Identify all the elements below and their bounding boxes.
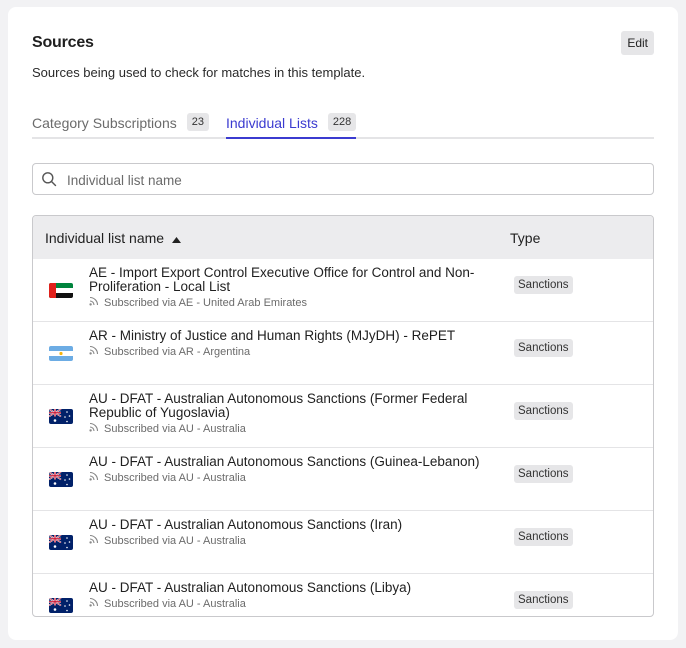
type-badge: Sanctions: [514, 339, 573, 357]
list-name: AU - DFAT - Australian Autonomous Sancti…: [89, 518, 489, 548]
page-subtitle: Sources being used to check for matches …: [32, 65, 366, 80]
individual-lists-table: Individual list name Type AE - Import Ex…: [32, 215, 654, 617]
tab-count-badge: 228: [327, 113, 357, 131]
table-body: AE - Import Export Control Executive Off…: [33, 259, 653, 616]
ar-flag-icon: [49, 346, 73, 361]
tab-label: Individual Lists: [226, 115, 318, 131]
subscribed-via-text: Subscribed via AU - Australia: [104, 597, 246, 610]
table-row[interactable]: AU - DFAT - Australian Autonomous Sancti…: [33, 574, 653, 616]
list-name-text: AU - DFAT - Australian Autonomous Sancti…: [89, 454, 480, 469]
subscription-info: Subscribed via AE - United Arab Emirates: [89, 296, 489, 310]
subscribed-via-text: Subscribed via AE - United Arab Emirates: [104, 296, 307, 309]
page-title: Sources: [32, 34, 94, 51]
type-badge: Sanctions: [514, 528, 573, 546]
au-flag-icon: [49, 535, 73, 550]
list-name: AU - DFAT - Australian Autonomous Sancti…: [89, 392, 489, 436]
table-row[interactable]: AU - DFAT - Australian Autonomous Sancti…: [33, 511, 653, 574]
sources-card: Sources Edit Sources being used to check…: [8, 7, 678, 640]
subscription-info: Subscribed via AU - Australia: [89, 422, 489, 436]
rss-feed-icon: [89, 534, 99, 548]
rss-feed-icon: [89, 296, 99, 310]
type-badge: Sanctions: [514, 465, 573, 483]
list-name-text: AU - DFAT - Australian Autonomous Sancti…: [89, 517, 403, 532]
table-row[interactable]: AE - Import Export Control Executive Off…: [33, 259, 653, 322]
au-flag-icon: [49, 472, 73, 487]
list-name-text: AR - Ministry of Justice and Human Right…: [89, 328, 456, 343]
sort-ascending-icon[interactable]: [172, 230, 182, 246]
column-header-name-label: Individual list name: [45, 230, 165, 246]
rss-feed-icon: [89, 345, 99, 359]
list-name: AU - DFAT - Australian Autonomous Sancti…: [89, 581, 489, 611]
tab-bar: Category Subscriptions 23 Individual Lis…: [32, 113, 654, 139]
search-input[interactable]: [65, 168, 639, 192]
type-badge: Sanctions: [514, 402, 573, 420]
rss-feed-icon: [89, 471, 99, 485]
table-row[interactable]: AR - Ministry of Justice and Human Right…: [33, 322, 653, 385]
column-header-type[interactable]: Type: [510, 230, 540, 246]
edit-button[interactable]: Edit: [621, 31, 654, 55]
table-row[interactable]: AU - DFAT - Australian Autonomous Sancti…: [33, 385, 653, 448]
tab-individual-lists[interactable]: Individual Lists 228: [226, 113, 357, 139]
type-badge: Sanctions: [514, 591, 573, 609]
subscribed-via-text: Subscribed via AU - Australia: [104, 471, 246, 484]
tab-count-badge: 23: [186, 113, 209, 131]
type-badge: Sanctions: [514, 276, 573, 294]
tab-label: Category Subscriptions: [32, 115, 177, 131]
rss-feed-icon: [89, 422, 99, 436]
tab-category-subscriptions[interactable]: Category Subscriptions 23: [32, 113, 209, 137]
subscribed-via-text: Subscribed via AU - Australia: [104, 534, 246, 547]
subscribed-via-text: Subscribed via AR - Argentina: [104, 345, 251, 358]
subscription-info: Subscribed via AU - Australia: [89, 534, 489, 548]
list-name: AE - Import Export Control Executive Off…: [89, 266, 489, 310]
table-row[interactable]: AU - DFAT - Australian Autonomous Sancti…: [33, 448, 653, 511]
list-name: AR - Ministry of Justice and Human Right…: [89, 329, 489, 359]
table-header: Individual list name Type: [33, 216, 653, 259]
au-flag-icon: [49, 409, 73, 424]
subscribed-via-text: Subscribed via AU - Australia: [104, 422, 246, 435]
search-icon: [41, 171, 57, 192]
subscription-info: Subscribed via AU - Australia: [89, 597, 489, 611]
au-flag-icon: [49, 598, 73, 613]
search-box: [32, 163, 654, 195]
list-name-text: AE - Import Export Control Executive Off…: [89, 265, 475, 294]
column-header-name[interactable]: Individual list name: [45, 230, 182, 246]
subscription-info: Subscribed via AR - Argentina: [89, 345, 489, 359]
subscription-info: Subscribed via AU - Australia: [89, 471, 489, 485]
list-name-text: AU - DFAT - Australian Autonomous Sancti…: [89, 580, 412, 595]
list-name: AU - DFAT - Australian Autonomous Sancti…: [89, 455, 489, 485]
list-name-text: AU - DFAT - Australian Autonomous Sancti…: [89, 391, 468, 420]
ae-flag-icon: [49, 283, 73, 298]
rss-feed-icon: [89, 597, 99, 611]
